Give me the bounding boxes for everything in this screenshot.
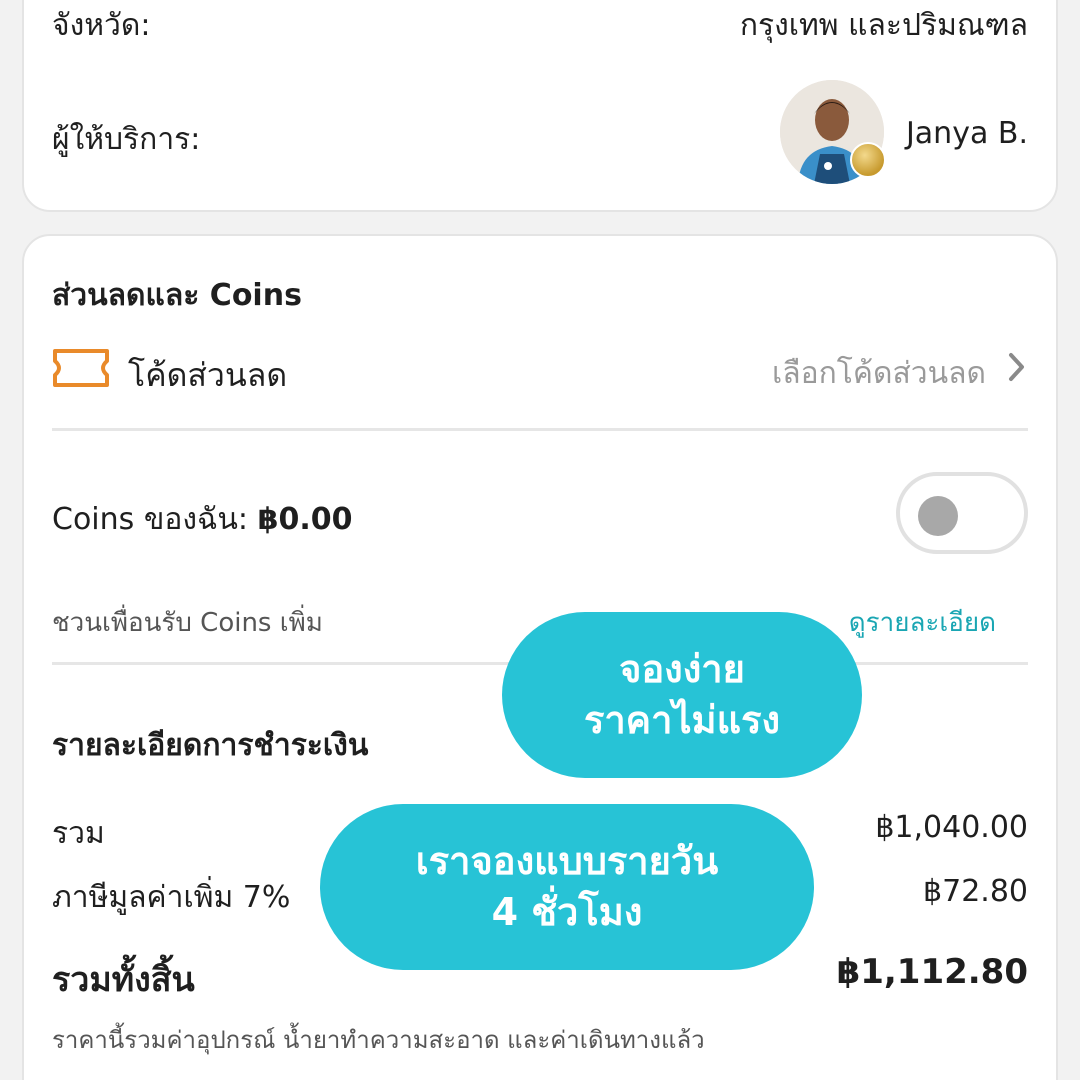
promo-bubble-daily-booking: เราจองแบบรายวัน 4 ชั่วโมง bbox=[320, 804, 814, 970]
payment-details-title: รายละเอียดการชำระเงิน bbox=[52, 728, 369, 763]
subtotal-value: ฿1,040.00 bbox=[875, 810, 1028, 845]
province-value: กรุงเทพ และปริมณฑล bbox=[739, 8, 1028, 43]
promo-bubble-line: เราจองแบบรายวัน bbox=[415, 838, 719, 883]
discount-section-title: ส่วนลดและ Coins bbox=[52, 278, 302, 313]
ticket-icon bbox=[53, 349, 109, 387]
use-coins-toggle[interactable] bbox=[896, 472, 1028, 554]
subtotal-label: รวม bbox=[52, 816, 105, 851]
medal-badge-icon bbox=[850, 142, 886, 178]
chevron-right-icon[interactable] bbox=[1006, 350, 1028, 384]
promo-bubble-line: จองง่าย bbox=[619, 646, 745, 691]
grand-total-value: ฿1,112.80 bbox=[836, 952, 1028, 992]
promo-bubble-line: ราคาไม่แรง bbox=[583, 698, 781, 742]
toggle-knob bbox=[918, 496, 958, 536]
coins-label: Coins ของฉัน: bbox=[52, 502, 249, 537]
vat-value: ฿72.80 bbox=[923, 874, 1028, 909]
coins-balance: Coins ของฉัน: ฿0.00 bbox=[52, 496, 353, 543]
booking-details-card: จังหวัด: กรุงเทพ และปริมณฑล ผู้ให้บริการ… bbox=[22, 0, 1058, 212]
select-discount-code-link[interactable]: เลือกโค้ดส่วนลด bbox=[772, 350, 986, 397]
screen: จังหวัด: กรุงเทพ และปริมณฑล ผู้ให้บริการ… bbox=[0, 0, 1080, 1080]
vat-label: ภาษีมูลค่าเพิ่ม 7% bbox=[52, 880, 291, 915]
promo-bubble-line: 4 ชั่วโมง bbox=[491, 890, 643, 934]
provider-name: Janya B. bbox=[905, 116, 1028, 151]
coins-value: ฿0.00 bbox=[257, 502, 353, 537]
discount-code-label: โค้ดส่วนลด bbox=[128, 356, 288, 394]
provider-label: ผู้ให้บริการ: bbox=[52, 122, 201, 157]
grand-total-label: รวมทั้งสิ้น bbox=[52, 960, 195, 1000]
invite-friends-text: ชวนเพื่อนรับ Coins เพิ่ม bbox=[52, 608, 323, 638]
promo-bubble-easy-booking: จองง่าย ราคาไม่แรง bbox=[502, 612, 862, 778]
view-details-link[interactable]: ดูรายละเอียด bbox=[849, 602, 996, 643]
province-label: จังหวัด: bbox=[52, 8, 151, 43]
price-includes-note: ราคานี้รวมค่าอุปกรณ์ น้ำยาทำความสะอาด แล… bbox=[52, 1026, 705, 1054]
divider bbox=[52, 428, 1028, 431]
